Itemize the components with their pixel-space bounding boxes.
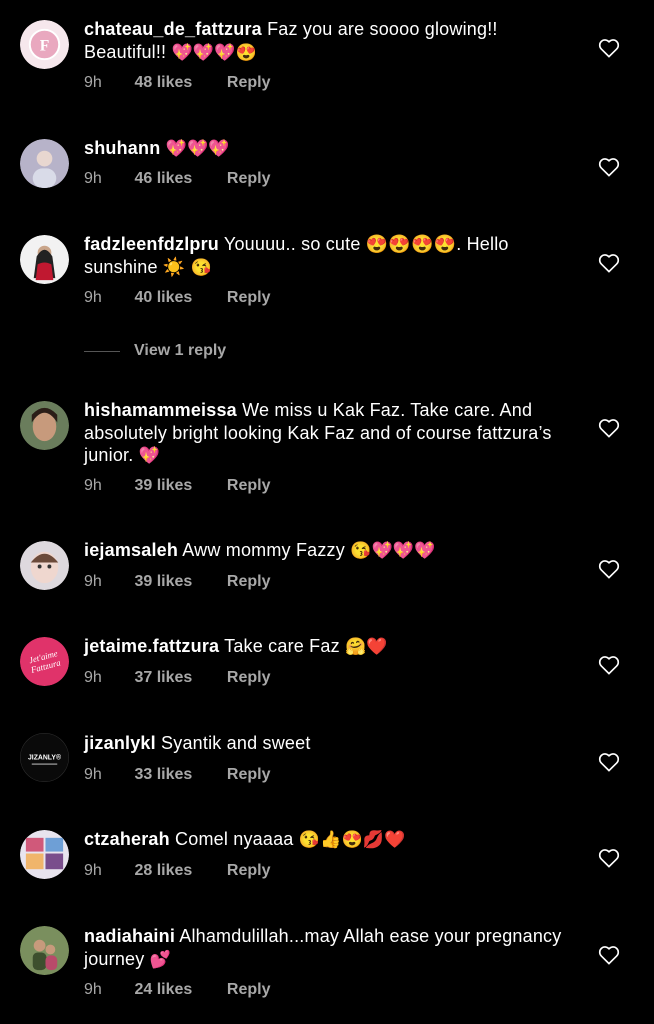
reply-button[interactable]: Reply [227,74,271,92]
comment-username[interactable]: jizanlykl [84,733,156,753]
comment-username[interactable]: chateau_de_fattzura [84,19,262,39]
comment-message: Comel nyaaaa [175,829,294,849]
comment-time: 9h [84,74,102,91]
heart-icon[interactable] [598,752,620,772]
comment-likes[interactable]: 39 likes [134,477,222,495]
heart-icon[interactable] [598,157,620,177]
comment-time: 9h [84,573,102,590]
comment-text: ctzaherah Comel nyaaaa 😘👍😍💋❤️ [84,828,564,852]
comment-text: iejamsaleh Aww mommy Fazzy 😘💖💖💖 [84,539,564,563]
comment-emoji: 💕 [149,949,172,969]
comment-text: nadiahaini Alhamdulillah...may Allah eas… [84,925,564,971]
comment-likes[interactable]: 33 likes [134,766,222,784]
comment-emoji: 😘👍😍💋❤️ [298,830,406,849]
avatar[interactable] [20,401,69,450]
comment-likes[interactable]: 40 likes [134,289,222,307]
comment-meta: 9h 48 likes Reply [84,74,270,92]
comment-time: 9h [84,981,102,998]
svg-text:JIZANLY®: JIZANLY® [28,753,61,761]
comment-likes[interactable]: 37 likes [134,669,222,687]
comment-meta: 9h 39 likes Reply [84,573,270,591]
comment-text: jetaime.fattzura Take care Faz 🤗❤️ [84,635,564,659]
comment-emoji: 😘 [190,257,213,277]
comment-meta: 9h 28 likes Reply [84,862,270,880]
comment-username[interactable]: ctzaherah [84,829,170,849]
comment-likes[interactable]: 24 likes [134,981,222,999]
comment-meta: 9h 40 likes Reply [84,289,270,307]
comment-emoji: 💖 [138,446,161,465]
comment-text: jizanlykl Syantik and sweet [84,732,564,756]
reply-button[interactable]: Reply [227,573,271,591]
comment-meta: 9h 33 likes Reply [84,766,270,784]
comment-text: hishamammeissa We miss u Kak Faz. Take c… [84,399,564,468]
comment-emoji: 💖💖💖 [165,139,230,158]
comment-username[interactable]: nadiahaini [84,926,175,946]
comment-time: 9h [84,477,102,494]
reply-divider [84,350,120,352]
comment-meta: 9h 24 likes Reply [84,981,270,999]
comment-time: 9h [84,766,102,783]
comment-time: 9h [84,170,102,187]
avatar[interactable]: Jet'aime Fattzura [20,637,69,686]
view-replies-button[interactable]: View 1 reply [84,342,226,360]
comment-likes[interactable]: 39 likes [134,573,222,591]
heart-icon[interactable] [598,655,620,675]
comment-text: fadzleenfdzlpru Youuuu.. so cute 😍😍😍😍. H… [84,233,564,279]
reply-button[interactable]: Reply [227,477,271,495]
heart-icon[interactable] [598,559,620,579]
comment-message: Syantik and sweet [161,733,311,753]
comment-meta: 9h 37 likes Reply [84,669,270,687]
avatar[interactable] [20,139,69,188]
avatar[interactable] [20,830,69,879]
comment-username[interactable]: shuhann [84,138,160,158]
heart-icon[interactable] [598,848,620,868]
heart-icon[interactable] [598,945,620,965]
heart-icon[interactable] [598,418,620,438]
comment-meta: 9h 46 likes Reply [84,170,270,188]
avatar[interactable]: JIZANLY® [20,733,69,782]
avatar[interactable] [20,235,69,284]
svg-text:F: F [40,37,50,54]
comment-username[interactable]: hishamammeissa [84,400,237,420]
view-replies-label: View 1 reply [134,342,227,359]
comment-time: 9h [84,862,102,879]
comment-time: 9h [84,669,102,686]
comment-likes[interactable]: 46 likes [134,170,222,188]
comment-message: Aww mommy Fazzy [182,540,345,560]
comment-text: shuhann 💖💖💖 [84,137,564,161]
heart-icon[interactable] [598,38,620,58]
comment-time: 9h [84,289,102,306]
reply-button[interactable]: Reply [227,289,271,307]
comment-message: Take care Faz [224,636,340,656]
comment-likes[interactable]: 48 likes [134,74,222,92]
avatar[interactable] [20,541,69,590]
reply-button[interactable]: Reply [227,981,271,999]
avatar[interactable]: F [20,20,69,69]
comment-username[interactable]: iejamsaleh [84,540,178,560]
reply-button[interactable]: Reply [227,862,271,880]
reply-button[interactable]: Reply [227,766,271,784]
comment-emoji: 😘💖💖💖 [350,541,436,560]
comment-emoji: 🤗❤️ [345,637,388,656]
comment-emoji: 💖💖💖😍 [171,42,257,62]
comment-text: chateau_de_fattzura Faz you are soooo gl… [84,18,564,64]
comment-username[interactable]: fadzleenfdzlpru [84,234,219,254]
reply-button[interactable]: Reply [227,669,271,687]
heart-icon[interactable] [598,253,620,273]
comment-likes[interactable]: 28 likes [134,862,222,880]
avatar[interactable] [20,926,69,975]
comment-username[interactable]: jetaime.fattzura [84,636,219,656]
reply-button[interactable]: Reply [227,170,271,188]
comment-meta: 9h 39 likes Reply [84,477,270,495]
